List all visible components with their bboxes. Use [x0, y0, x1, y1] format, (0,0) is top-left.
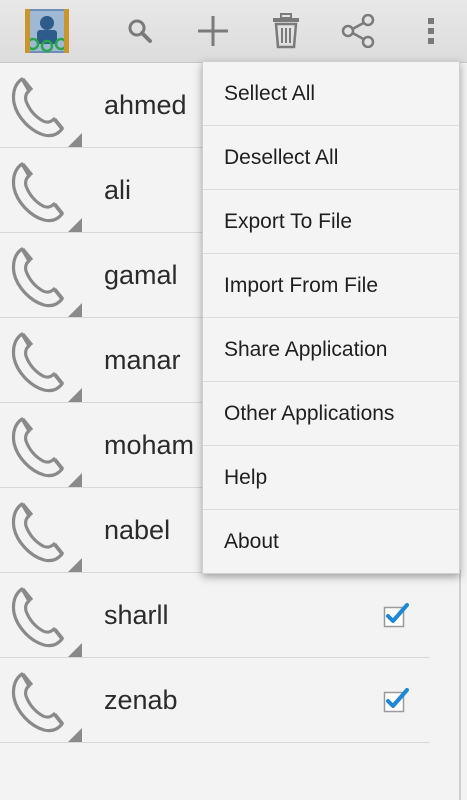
overflow-menu: Sellect All Desellect All Export To File Im… [202, 61, 460, 574]
checkbox[interactable] [383, 602, 409, 628]
menu-item-export-to-file[interactable]: Export To File [203, 190, 459, 254]
add-icon[interactable] [193, 11, 233, 51]
search-icon[interactable] [120, 11, 160, 51]
corner-indicator [68, 303, 82, 317]
contact-name: gamal [104, 260, 178, 290]
delete-icon[interactable] [266, 11, 306, 51]
corner-indicator [68, 558, 82, 572]
scrollbar[interactable] [459, 570, 461, 800]
overflow-menu-icon[interactable] [411, 11, 451, 51]
phone-icon [8, 73, 74, 139]
phone-icon [8, 158, 74, 224]
menu-item-other-applications[interactable]: Other Applications [203, 382, 459, 446]
contact-name: ali [104, 175, 132, 205]
phone-icon [8, 668, 74, 734]
contact-name: ahmed [104, 90, 187, 120]
contact-name: moham [104, 430, 195, 460]
corner-indicator [68, 388, 82, 402]
phone-icon [8, 413, 74, 479]
corner-indicator [68, 133, 82, 147]
list-item[interactable]: zenab [0, 658, 430, 743]
share-icon[interactable] [338, 11, 378, 51]
menu-item-help[interactable]: Help [203, 446, 459, 510]
menu-item-import-from-file[interactable]: Import From File [203, 254, 459, 318]
menu-item-desellect-all[interactable]: Desellect All [203, 126, 459, 190]
corner-indicator [68, 728, 82, 742]
menu-item-about[interactable]: About [203, 510, 459, 573]
phone-icon [8, 328, 74, 394]
corner-indicator [68, 218, 82, 232]
corner-indicator [68, 473, 82, 487]
phone-icon [8, 498, 74, 564]
menu-item-sellect-all[interactable]: Sellect All [203, 62, 459, 126]
menu-item-share-application[interactable]: Share Application [203, 318, 459, 382]
contact-name: manar [104, 345, 181, 375]
contact-name: nabel [104, 515, 171, 545]
checkbox[interactable] [383, 687, 409, 713]
list-item[interactable]: sharll [0, 573, 430, 658]
contact-name: sharll [104, 600, 169, 630]
action-bar [0, 0, 467, 63]
app-icon[interactable] [25, 9, 69, 53]
phone-icon [8, 583, 74, 649]
phone-icon [8, 243, 74, 309]
contact-name: zenab [104, 685, 178, 715]
corner-indicator [68, 643, 82, 657]
